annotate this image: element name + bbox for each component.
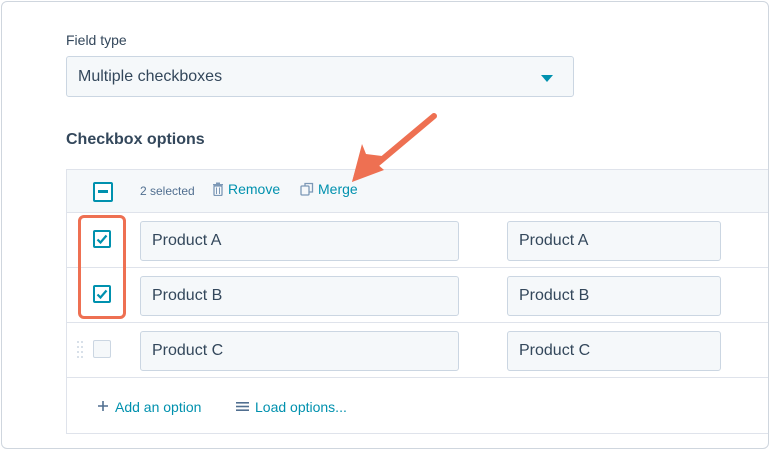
annotation-arrow-icon — [352, 113, 437, 182]
option-value-input[interactable]: Product A — [507, 221, 721, 261]
remove-label: Remove — [228, 181, 281, 197]
remove-button[interactable]: Remove — [212, 181, 280, 197]
add-option-label: Add an option — [115, 399, 202, 415]
option-label-input[interactable]: Product C — [140, 331, 459, 371]
chevron-down-icon — [541, 75, 553, 82]
plus-icon — [97, 399, 109, 415]
checkbox-options-table: 2 selected Remove Merge Product A Produc… — [66, 169, 768, 434]
field-editor-panel: Field type Multiple checkboxes Checkbox … — [1, 1, 769, 449]
option-label-input[interactable]: Product A — [140, 221, 459, 261]
selected-checkboxes-highlight — [78, 215, 126, 319]
drag-handle-icon[interactable] — [77, 341, 83, 359]
field-type-value: Multiple checkboxes — [78, 68, 223, 85]
load-options-label: Load options... — [255, 399, 347, 415]
add-option-button[interactable]: Add an option — [97, 399, 201, 415]
minus-checkbox-icon[interactable] — [93, 182, 113, 202]
checkbox-options-title: Checkbox options — [66, 131, 205, 148]
row-checkbox[interactable] — [93, 340, 111, 358]
load-options-button[interactable]: Load options... — [236, 399, 347, 415]
option-row: Product A Product A — [67, 213, 768, 268]
selected-count: 2 selected — [140, 184, 195, 198]
field-type-select[interactable]: Multiple checkboxes — [66, 56, 574, 97]
option-label-input[interactable]: Product B — [140, 276, 459, 316]
option-value-input[interactable]: Product B — [507, 276, 721, 316]
merge-icon — [300, 182, 314, 196]
option-row: Product C Product C — [67, 323, 768, 378]
option-value-input[interactable]: Product C — [507, 331, 721, 371]
list-icon — [236, 399, 249, 415]
trash-icon — [212, 182, 224, 196]
field-type-label: Field type — [66, 32, 127, 48]
option-row: Product B Product B — [67, 268, 768, 323]
